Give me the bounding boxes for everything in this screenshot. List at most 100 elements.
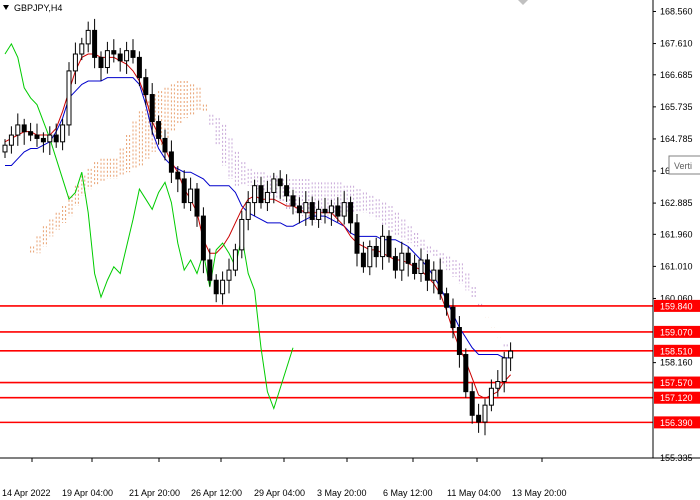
candle-body [412,262,418,274]
price-chart[interactable]: 168.560167.610166.685165.735164.785163.8… [0,0,700,500]
candle-body [220,279,226,295]
candle-body [181,178,187,204]
candle-body [117,53,123,62]
candle-body [360,252,366,268]
chart-background [0,0,700,500]
candle-body [418,259,424,274]
candle-body [8,134,14,146]
candle-body [392,256,398,271]
candle-body [60,124,66,143]
candle-body [373,245,379,258]
time-tick-label: 6 May 12:00 [383,488,433,498]
candle-body [264,191,270,204]
candle-body [213,279,219,295]
candle-body [354,222,360,254]
candle-body [367,245,373,268]
candle-body [136,56,142,79]
candle-body [469,391,475,416]
candle-body [66,70,72,126]
candle-body [328,205,334,214]
level-price-label: 157.570 [660,378,693,388]
candle-body [335,205,341,217]
candle-body [296,205,302,214]
candle-body [2,144,8,153]
candle-body [200,215,206,261]
candle-body [239,218,245,251]
candle-body [482,404,488,423]
candle-body [130,50,136,58]
candle-body [316,208,322,220]
candle-body [92,29,98,58]
candle-body [34,134,40,139]
candle-body [85,29,91,45]
candle-body [168,151,174,173]
candle-body [380,235,386,258]
candle-body [450,306,456,329]
candle-body [495,381,501,389]
level-price-label: 157.120 [660,393,693,403]
time-tick-label: 21 Apr 20:00 [129,488,180,498]
candle-body [258,185,264,204]
price-tick-label: 161.960 [660,229,693,239]
chart-window: 168.560167.610166.685165.735164.785163.8… [0,0,700,500]
candle-body [104,50,110,69]
candle-body [303,202,309,214]
candle-body [463,354,469,393]
level-price-label: 158.510 [660,346,693,356]
candle-body [405,252,411,264]
price-tick-label: 158.160 [660,358,693,368]
candle-body [162,137,168,153]
candle-body [277,178,283,187]
time-tick-label: 26 Apr 12:00 [191,488,242,498]
chart-title: GBPJPY,H4 [14,3,62,13]
candle-body [79,43,85,55]
vertical-line-tooltip-text: Verti [674,161,692,171]
level-price-label: 159.840 [660,301,693,311]
time-tick-label: 14 Apr 2022 [2,488,51,498]
candle-body [194,188,200,217]
candle-body [322,208,328,214]
price-tick-label: 155.335 [660,453,693,463]
candle-body [488,387,494,406]
candle-body [53,134,59,143]
candle-body [271,178,277,193]
candle-body [226,269,232,281]
candle-body [348,202,354,224]
candle-body [21,124,27,133]
candle-body [72,53,78,72]
level-price-label: 159.070 [660,327,693,337]
candle-body [124,50,130,62]
candle-body [501,357,507,383]
time-tick-label: 3 May 20:00 [317,488,367,498]
candle-body [284,185,290,197]
price-tick-label: 164.785 [660,134,693,144]
candle-body [245,202,251,220]
candle-body [341,202,347,217]
candle-body [309,202,315,220]
price-tick-label: 168.560 [660,6,693,16]
candle-body [28,131,34,136]
price-tick-label: 162.885 [660,198,693,208]
time-tick-label: 19 Apr 04:00 [62,488,113,498]
candle-body [437,269,443,295]
price-tick-label: 161.010 [660,261,693,271]
candle-body [232,249,238,271]
candle-body [111,50,117,55]
candle-body [175,171,181,180]
time-tick-label: 29 Apr 04:00 [254,488,305,498]
candle-body [399,252,405,271]
candle-body [456,327,462,356]
candle-body [143,77,149,96]
candle-body [444,293,450,308]
candle-body [290,195,296,207]
candle-body [508,350,514,359]
candle-body [98,56,104,69]
candle-body [15,124,21,136]
time-tick-label: 13 May 20:00 [512,488,567,498]
candle-body [40,137,46,143]
candle-body [188,188,194,204]
time-tick-label: 11 May 04:00 [447,488,501,498]
candle-body [207,259,213,281]
level-price-label: 156.390 [660,418,693,428]
candle-body [431,269,437,281]
